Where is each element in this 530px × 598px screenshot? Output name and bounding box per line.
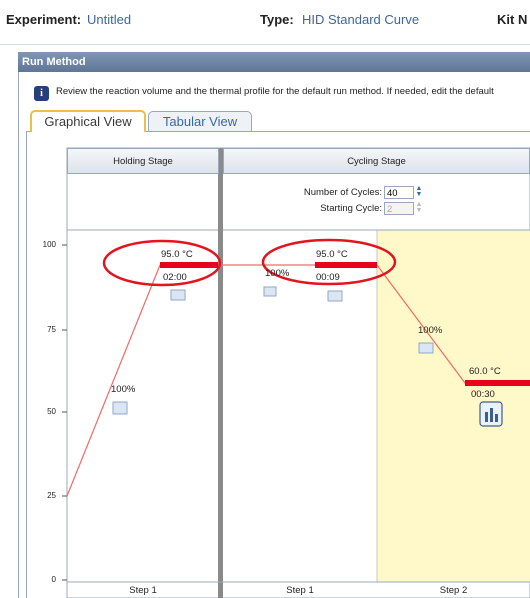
y-tick: 75 — [47, 325, 56, 334]
cycle2-temp-label[interactable]: 60.0 °C — [469, 366, 501, 377]
cycle1-temp-label[interactable]: 95.0 °C — [316, 249, 348, 260]
starting-cycle-spinner: ▲ ▼ — [415, 201, 423, 214]
starting-cycle-input: 2 — [384, 202, 414, 215]
hold-temp-label[interactable]: 95.0 °C — [161, 249, 193, 260]
cycle1-time-label[interactable]: 00:09 — [316, 272, 340, 283]
cycling-step2-label: Step 2 — [439, 585, 468, 596]
cycles-label: Number of Cycles: — [303, 187, 382, 198]
holding-stage-header[interactable]: Holding Stage — [67, 148, 219, 174]
hold-time-label[interactable]: 02:00 — [163, 272, 187, 283]
data-collection-icon-step2 — [479, 401, 503, 427]
y-tick: 25 — [47, 491, 56, 500]
cycle-step1-bar — [315, 262, 377, 268]
y-tick: 100 — [42, 240, 56, 249]
cycling-step1-label: Step 1 — [286, 585, 314, 596]
cycle1-ramp-label[interactable]: 100% — [265, 268, 289, 279]
cycle2-ramp-label[interactable]: 100% — [418, 325, 442, 336]
hold-step-bar — [160, 262, 218, 268]
stage-separator — [218, 148, 223, 598]
thermal-profile-graph — [62, 147, 530, 598]
cycle-step2-bar — [465, 380, 530, 386]
starting-cycle-label: Starting Cycle: — [320, 203, 382, 214]
y-tick: 0 — [51, 575, 56, 584]
cycles-input[interactable]: 40 — [384, 186, 414, 199]
hold-ramp-label[interactable]: 100% — [111, 384, 135, 395]
cycling-stage-header[interactable]: Cycling Stage — [223, 148, 530, 174]
cycle2-time-label[interactable]: 00:30 — [471, 389, 495, 400]
holding-step1-label: Step 1 — [129, 585, 157, 596]
y-tick: 50 — [47, 407, 56, 416]
selected-step-highlight — [377, 230, 530, 582]
cycles-spinner[interactable]: ▲ ▼ — [414, 185, 424, 199]
